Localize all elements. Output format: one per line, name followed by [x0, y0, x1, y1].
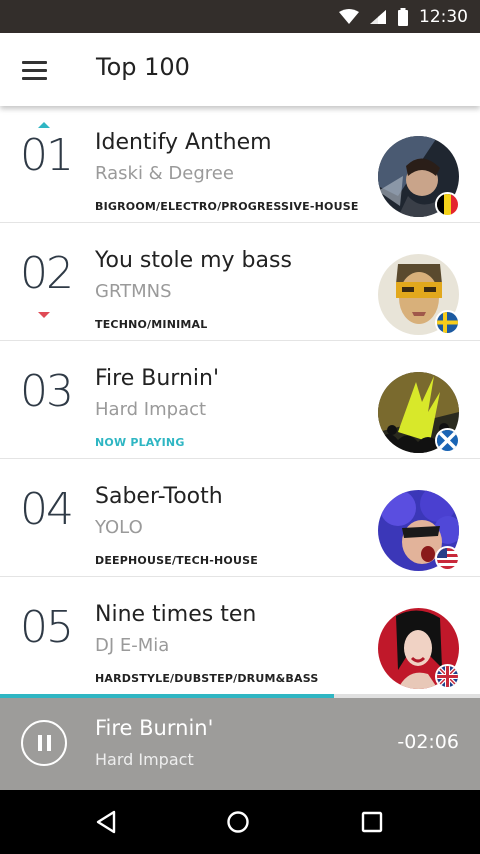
track-artist: Hard Impact: [95, 399, 207, 420]
track-artist: YOLO: [95, 517, 143, 538]
track-genre: TECHNO/MINIMAL: [95, 318, 208, 331]
status-bar: 12:30: [0, 0, 480, 33]
track-row-4[interactable]: 04 Saber-Tooth YOLO DEEPHOUSE/TECH-HOUSE: [0, 460, 480, 577]
track-row-2[interactable]: 02 You stole my bass GRTMNS TECHNO/MINIM…: [0, 224, 480, 341]
pause-icon[interactable]: [21, 720, 67, 766]
track-title: Fire Burnin': [95, 366, 219, 391]
home-icon[interactable]: [222, 806, 254, 838]
trend-down-icon: [38, 312, 50, 318]
wifi-icon: [339, 8, 359, 24]
track-row-3[interactable]: 03 Fire Burnin' Hard Impact NOW PLAYING: [0, 342, 480, 459]
track-genre: DEEPHOUSE/TECH-HOUSE: [95, 554, 258, 567]
track-artist: DJ E-Mia: [95, 635, 170, 656]
back-icon[interactable]: [90, 806, 122, 838]
mini-player[interactable]: Fire Burnin' Hard Impact -02:06: [0, 698, 480, 790]
track-title: Saber-Tooth: [95, 484, 223, 509]
signal-icon: [370, 9, 386, 24]
player-time-remaining: -02:06: [397, 731, 459, 753]
system-nav-bar: [0, 790, 480, 854]
sweden-flag-icon: [435, 310, 460, 335]
track-artist: GRTMNS: [95, 281, 172, 302]
usa-flag-icon: [435, 546, 460, 571]
track-row-1[interactable]: 01 Identify Anthem Raski & Degree BIGROO…: [0, 106, 480, 223]
track-artist: Raski & Degree: [95, 163, 234, 184]
track-title: Identify Anthem: [95, 130, 272, 155]
scotland-flag-icon: [435, 428, 460, 453]
page-title: Top 100: [96, 53, 190, 81]
track-list: 01 Identify Anthem Raski & Degree BIGROO…: [0, 106, 480, 694]
track-title: You stole my bass: [95, 248, 292, 273]
player-track-title: Fire Burnin': [95, 716, 214, 740]
hamburger-menu-icon[interactable]: [22, 55, 54, 85]
recents-icon[interactable]: [356, 806, 388, 838]
track-title: Nine times ten: [95, 602, 257, 627]
track-genre: BIGROOM/ELECTRO/PROGRESSIVE-HOUSE: [95, 200, 359, 213]
battery-icon: [398, 7, 408, 26]
belgium-flag-icon: [435, 192, 460, 217]
track-rank: 01: [20, 130, 74, 181]
track-rank: 05: [20, 602, 74, 653]
track-rank: 04: [20, 484, 74, 535]
track-genre: HARDSTYLE/DUBSTEP/DRUM&BASS: [95, 672, 319, 685]
player-track-artist: Hard Impact: [95, 750, 194, 769]
app-bar: Top 100: [0, 33, 480, 106]
track-rank: 03: [20, 366, 74, 417]
uk-flag-icon: [435, 664, 460, 689]
track-rank: 02: [20, 248, 74, 299]
trend-up-icon: [38, 122, 50, 128]
now-playing-label: NOW PLAYING: [95, 436, 185, 449]
track-row-5[interactable]: 05 Nine times ten DJ E-Mia HARDSTYLE/DUB…: [0, 578, 480, 694]
status-time: 12:30: [419, 6, 468, 27]
